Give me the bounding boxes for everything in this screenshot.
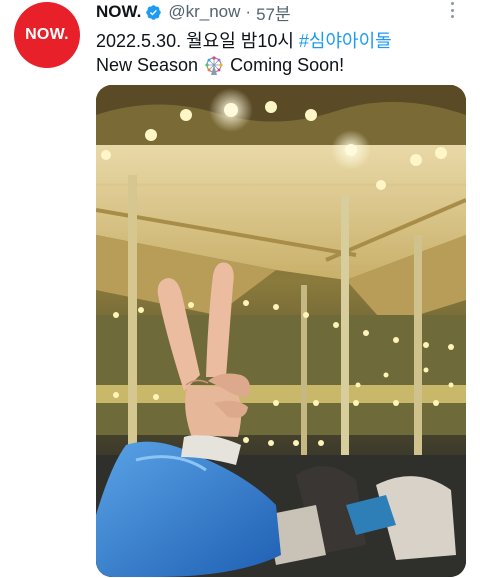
ferris-wheel-icon — [204, 55, 224, 76]
verified-badge-icon — [145, 4, 162, 21]
tweet-photo[interactable] — [96, 85, 466, 577]
tweet-card[interactable]: NOW. NOW. @kr_now · 57분 2022.5.30. 월요일 밤… — [0, 0, 480, 578]
new-season-text: New Season — [96, 55, 199, 75]
coming-soon-text: Coming Soon! — [230, 55, 345, 75]
date-text: 2022.5.30. 월요일 밤10시 — [96, 31, 299, 51]
timestamp[interactable]: 57분 — [256, 0, 291, 25]
avatar-logo-text: NOW. — [25, 26, 69, 43]
tweet-text-line-2: New Season Coming Soon! — [96, 55, 344, 76]
avatar[interactable]: NOW. — [14, 2, 80, 68]
handle[interactable]: @kr_now — [168, 2, 240, 22]
separator-dot: · — [245, 2, 252, 21]
carousel-photo-illustration — [96, 85, 466, 577]
more-options-icon[interactable] — [446, 0, 458, 20]
tweet-header: NOW. @kr_now · 57분 — [96, 0, 291, 24]
hashtag-link[interactable]: #심야아이돌 — [299, 31, 392, 51]
tweet-text-line-1: 2022.5.30. 월요일 밤10시 #심야아이돌 — [96, 27, 392, 53]
display-name[interactable]: NOW. — [96, 2, 141, 22]
